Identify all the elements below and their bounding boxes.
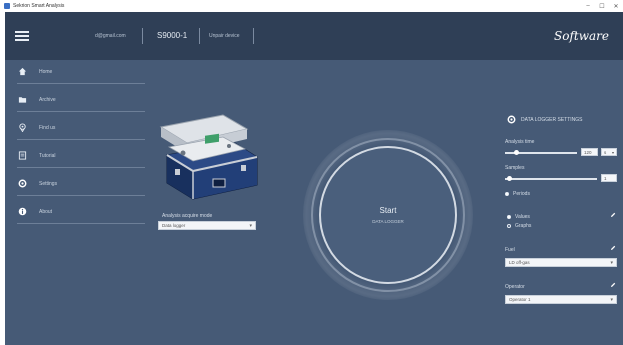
minimize-button[interactable]: – [581,3,595,9]
gear-icon [17,179,27,189]
operator-value: Operator 1 [509,297,531,302]
topbar-divider [142,28,143,44]
samples-slider[interactable] [505,176,597,181]
sidebar-item-label: Find us [39,124,56,131]
home-icon [17,67,27,77]
samples-slider-knob[interactable] [507,176,512,181]
hamburger-menu-icon[interactable] [15,31,29,41]
sidebar-item-label: Home [39,68,53,75]
samples-label: Samples [505,165,525,171]
acquire-mode-select[interactable]: Data logger ▾ [158,221,256,230]
sidebar-item-find-us[interactable]: Find us [17,116,145,140]
acquire-mode-value: Data logger [162,223,186,228]
start-data-logger-button[interactable]: Start DATA LOGGER [319,146,457,284]
topbar-divider [199,28,200,44]
start-button-mode: DATA LOGGER [372,219,404,224]
fuel-value: LD off-gas [509,260,530,265]
gear-icon [507,115,516,124]
device-name: S9000-1 [157,31,188,40]
sidebar-item-label: About [39,208,53,215]
fuel-label: Fuel [505,247,515,253]
analysis-time-slider-knob[interactable] [514,150,519,155]
analysis-time-unit-value: s [604,149,607,155]
values-radio[interactable] [507,215,511,219]
sidebar-item-about[interactable]: About [17,200,145,224]
account-email: d@gmail.com [95,33,126,39]
top-bar: d@gmail.com S9000-1 Unpair device Softwa… [5,12,623,60]
book-icon [17,151,27,161]
chevron-down-icon: ▾ [611,149,614,155]
edit-display-pencil-icon[interactable] [610,212,616,218]
values-option-label: Values [515,214,530,220]
settings-title: DATA LOGGER SETTINGS [521,117,583,123]
analysis-time-label: Analysis time [505,139,535,145]
sidebar-item-archive[interactable]: Archive [17,88,145,112]
sidebar-item-home[interactable]: Home [17,60,145,84]
app-icon [4,3,10,9]
info-icon [17,207,27,217]
sidebar-item-label: Settings [39,180,58,187]
start-button-label: Start [379,206,397,215]
samples-input[interactable]: 1 [601,174,617,182]
sidebar-item-tutorial[interactable]: Tutorial [17,144,145,168]
sidebar-item-label: Tutorial [39,152,56,159]
operator-select[interactable]: Operator 1 ▾ [505,295,617,304]
periods-label: Periods [513,191,530,197]
brand-logo: Software [554,29,609,43]
graphs-option-label: Graphs [515,223,532,229]
edit-operator-pencil-icon[interactable] [610,282,616,288]
unpair-device-button[interactable]: Unpair device [209,12,240,60]
maximize-button[interactable]: ☐ [595,3,609,10]
chevron-down-icon: ▾ [610,297,613,303]
graphs-radio[interactable] [507,224,511,228]
fuel-select[interactable]: LD off-gas ▾ [505,258,617,267]
app-window: d@gmail.com S9000-1 Unpair device Softwa… [5,12,623,345]
periods-checkbox[interactable] [505,192,509,196]
sidebar-item-label: Archive [39,96,56,103]
folder-icon [17,95,27,105]
location-pin-icon [17,123,27,133]
acquire-mode-label: Analysis acquire mode [162,213,213,219]
chevron-down-icon: ▾ [249,223,252,229]
operator-label: Operator [505,284,525,290]
edit-fuel-pencil-icon[interactable] [610,245,616,251]
window-titlebar: Sekrion Smart Analysis – ☐ ✕ [0,0,623,12]
window-title: Sekrion Smart Analysis [13,3,65,9]
topbar-divider [253,28,254,44]
close-button[interactable]: ✕ [609,3,623,10]
analyzer-device-image [159,114,258,200]
analysis-time-input[interactable]: 120 [581,148,598,156]
analysis-time-unit-select[interactable]: s ▾ [601,148,617,156]
chevron-down-icon: ▾ [610,260,613,266]
sidebar-item-settings[interactable]: Settings [17,172,145,196]
analysis-time-slider[interactable] [505,150,577,155]
